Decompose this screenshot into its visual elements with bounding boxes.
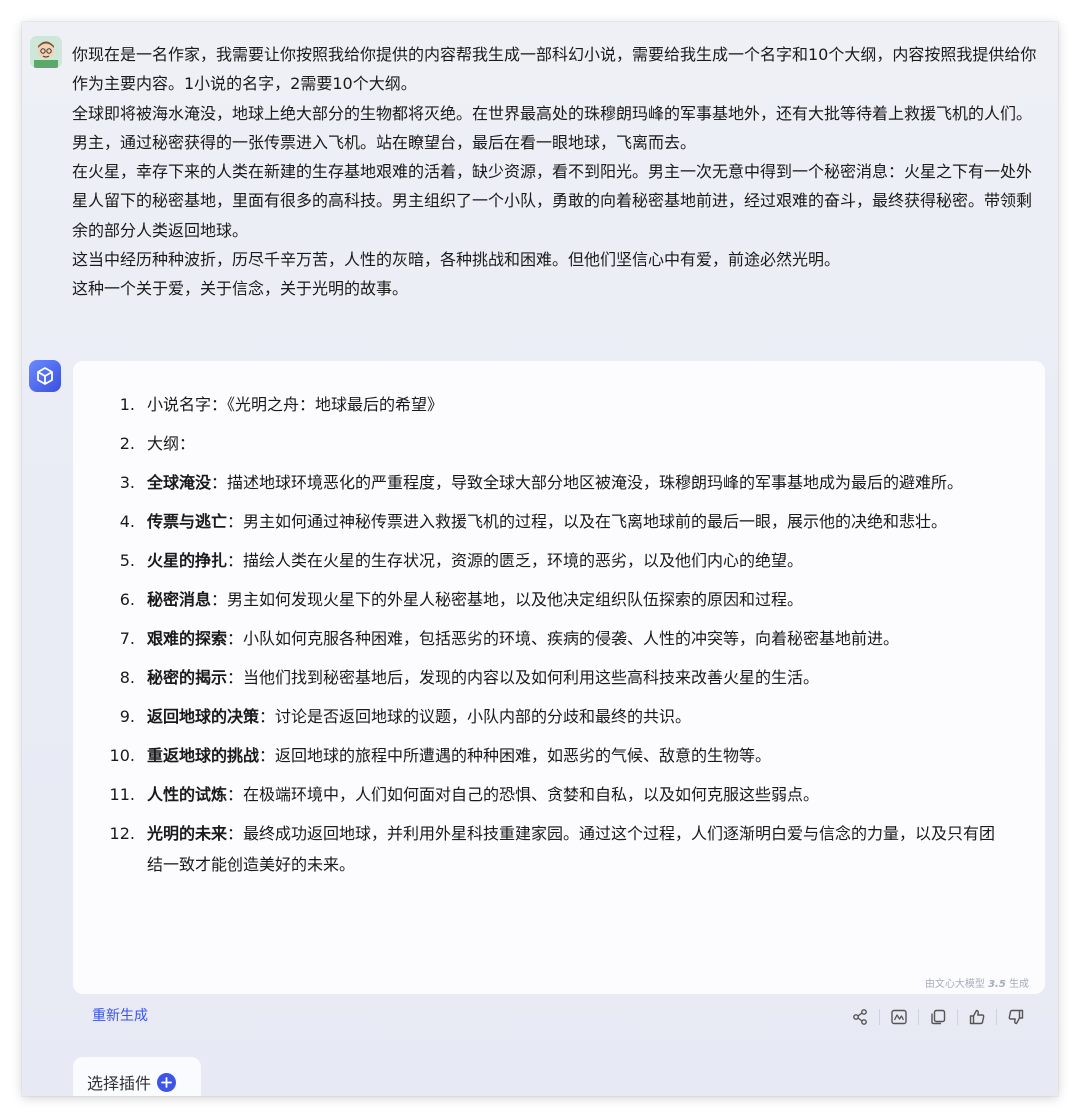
item-text: ：讨论是否返回地球的议题，小队内部的分歧和最终的共识。	[259, 707, 692, 726]
item-text: ：最终成功返回地球，并利用外星科技重建家园。通过这个过程，人们逐渐明白爱与信念的…	[147, 824, 996, 874]
item-number: 9.	[119, 707, 135, 726]
item-label: 重返地球的挑战	[147, 746, 260, 765]
thumbs-up-icon[interactable]	[965, 1005, 989, 1029]
select-plugin-button[interactable]: 选择插件	[73, 1057, 201, 1096]
item-text: ：描述地球环境恶化的严重程度，导致全球大部分地区被淹没，珠穆朗玛峰的军事基地成为…	[211, 473, 964, 492]
item-label: 人性的试炼	[147, 785, 228, 804]
list-item: 12. 光明的未来：最终成功返回地球，并利用外星科技重建家园。通过这个过程，人们逐…	[103, 818, 1003, 880]
share-icon[interactable]	[848, 1005, 872, 1029]
item-text: ：男主如何通过神秘传票进入救援飞机的过程，以及在飞离地球前的最后一眼，展示他的决…	[227, 512, 948, 531]
response-actions	[848, 1002, 1028, 1032]
user-message-paragraph: 这种一个关于爱，关于信念，关于光明的故事。	[72, 279, 409, 299]
user-message-paragraph: 全球即将被海水淹没，地球上绝大部分的生物都将灭绝。在世界最高处的珠穆朗玛峰的军事…	[72, 103, 1033, 123]
item-label: 秘密消息	[147, 590, 212, 609]
user-message-paragraph: 在火星，幸存下来的人类在新建的生存基地艰难的活着，缺少资源，看不到阳光。男主一次…	[72, 162, 1033, 240]
watermark-prefix: 由文心大模型	[924, 979, 989, 990]
list-item: 2. 大纲：	[103, 428, 1003, 459]
item-number: 12.	[109, 824, 135, 843]
list-item: 6. 秘密消息：男主如何发现火星下的外星人秘密基地，以及他决定组织队伍探索的原因和…	[103, 584, 1003, 615]
item-text: ：返回地球的旅程中所遭遇的种种困难，如恶劣的气候、敌意的生物等。	[259, 746, 772, 765]
user-message-paragraph: 这当中经历种种波折，历尽千辛万苦，人性的灰暗，各种挑战和困难。但他们坚信心中有爱…	[72, 250, 841, 270]
item-text: ：当他们找到秘密基地后，发现的内容以及如何利用这些高科技来改善火星的生活。	[227, 668, 820, 687]
item-number: 7.	[119, 629, 135, 648]
list-item: 10. 重返地球的挑战：返回地球的旅程中所遭遇的种种困难，如恶劣的气候、敌意的生物…	[103, 740, 1003, 771]
item-text: 小说名字：《光明之舟：地球最后的希望》	[147, 395, 444, 414]
item-text: ：在极端环境中，人们如何面对自己的恐惧、贪婪和自私，以及如何克服这些弱点。	[227, 785, 820, 804]
assistant-avatar	[29, 360, 61, 392]
list-item: 9. 返回地球的决策：讨论是否返回地球的议题，小队内部的分歧和最终的共识。	[103, 701, 1003, 732]
item-label: 传票与逃亡	[147, 512, 228, 531]
cube-logo-icon	[37, 367, 53, 385]
thumbs-down-icon[interactable]	[1004, 1005, 1028, 1029]
item-number: 8.	[119, 668, 135, 687]
user-message-paragraph: 男主，通过秘密获得的一张传票进入飞机。站在瞭望台，最后在看一眼地球，飞离而去。	[72, 132, 697, 152]
item-text: ：男主如何发现火星下的外星人秘密基地，以及他决定组织队伍探索的原因和过程。	[211, 590, 804, 609]
item-number: 4.	[119, 512, 135, 531]
list-item: 8. 秘密的揭示：当他们找到秘密基地后，发现的内容以及如何利用这些高科技来改善火星…	[103, 662, 1003, 693]
item-text: ：描绘人类在火星的生存状况，资源的匮乏，环境的恶劣，以及他们内心的绝望。	[227, 551, 804, 570]
list-item: 4. 传票与逃亡：男主如何通过神秘传票进入救援飞机的过程，以及在飞离地球前的最后一…	[103, 506, 1003, 537]
divider	[957, 1009, 958, 1025]
list-item: 3. 全球淹没：描述地球环境恶化的严重程度，导致全球大部分地区被淹没，珠穆朗玛峰的…	[103, 467, 1003, 498]
item-text: 大纲：	[147, 434, 196, 453]
model-watermark: 由文心大模型 3.5 生成	[925, 975, 1029, 990]
item-number: 1.	[119, 395, 135, 414]
plus-circle-icon	[157, 1072, 177, 1092]
list-item: 5. 火星的挣扎：描绘人类在火星的生存状况，资源的匮乏，环境的恶劣，以及他们内心的…	[103, 545, 1003, 576]
assistant-response-card: 1. 小说名字：《光明之舟：地球最后的希望》 2. 大纲： 3. 全球淹没：描述地球环…	[73, 361, 1045, 994]
chat-window: 你现在是一名作家，我需要让你按照我给你提供的内容帮我生成一部科幻小说，需要给我生…	[22, 22, 1058, 1096]
item-number: 2.	[119, 434, 135, 453]
user-message-paragraph: 你现在是一名作家，我需要让你按照我给你提供的内容帮我生成一部科幻小说，需要给我生…	[72, 45, 1037, 94]
image-icon[interactable]	[887, 1005, 911, 1029]
divider	[996, 1009, 997, 1025]
item-number: 3.	[119, 473, 135, 492]
list-item: 7. 艰难的探索：小队如何克服各种困难，包括恶劣的环境、疾病的侵袭、人性的冲突等，…	[103, 623, 1003, 654]
copy-icon[interactable]	[926, 1005, 950, 1029]
watermark-version: 3.5	[988, 979, 1006, 990]
item-number: 6.	[119, 590, 135, 609]
user-avatar	[30, 36, 62, 68]
item-number: 11.	[109, 785, 135, 804]
user-message: 你现在是一名作家，我需要让你按照我给你提供的内容帮我生成一部科幻小说，需要给我生…	[72, 40, 1047, 304]
item-label: 返回地球的决策	[147, 707, 260, 726]
list-item: 1. 小说名字：《光明之舟：地球最后的希望》	[103, 389, 1003, 420]
item-label: 全球淹没	[147, 473, 212, 492]
item-label: 光明的未来	[147, 824, 228, 843]
select-plugin-label: 选择插件	[87, 1074, 152, 1093]
watermark-suffix: 生成	[1005, 979, 1029, 990]
divider	[879, 1009, 880, 1025]
list-item: 11. 人性的试炼：在极端环境中，人们如何面对自己的恐惧、贪婪和自私，以及如何克服…	[103, 779, 1003, 810]
item-label: 秘密的揭示	[147, 668, 228, 687]
divider	[918, 1009, 919, 1025]
item-number: 5.	[119, 551, 135, 570]
item-number: 10.	[109, 746, 135, 765]
item-label: 火星的挣扎	[147, 551, 228, 570]
item-text: ：小队如何克服各种困难，包括恶劣的环境、疾病的侵袭、人性的冲突等，向着秘密基地前…	[227, 629, 900, 648]
item-label: 艰难的探索	[147, 629, 228, 648]
regenerate-button[interactable]: 重新生成	[92, 1005, 148, 1025]
outline-list: 1. 小说名字：《光明之舟：地球最后的希望》 2. 大纲： 3. 全球淹没：描述地球环…	[103, 389, 1003, 880]
